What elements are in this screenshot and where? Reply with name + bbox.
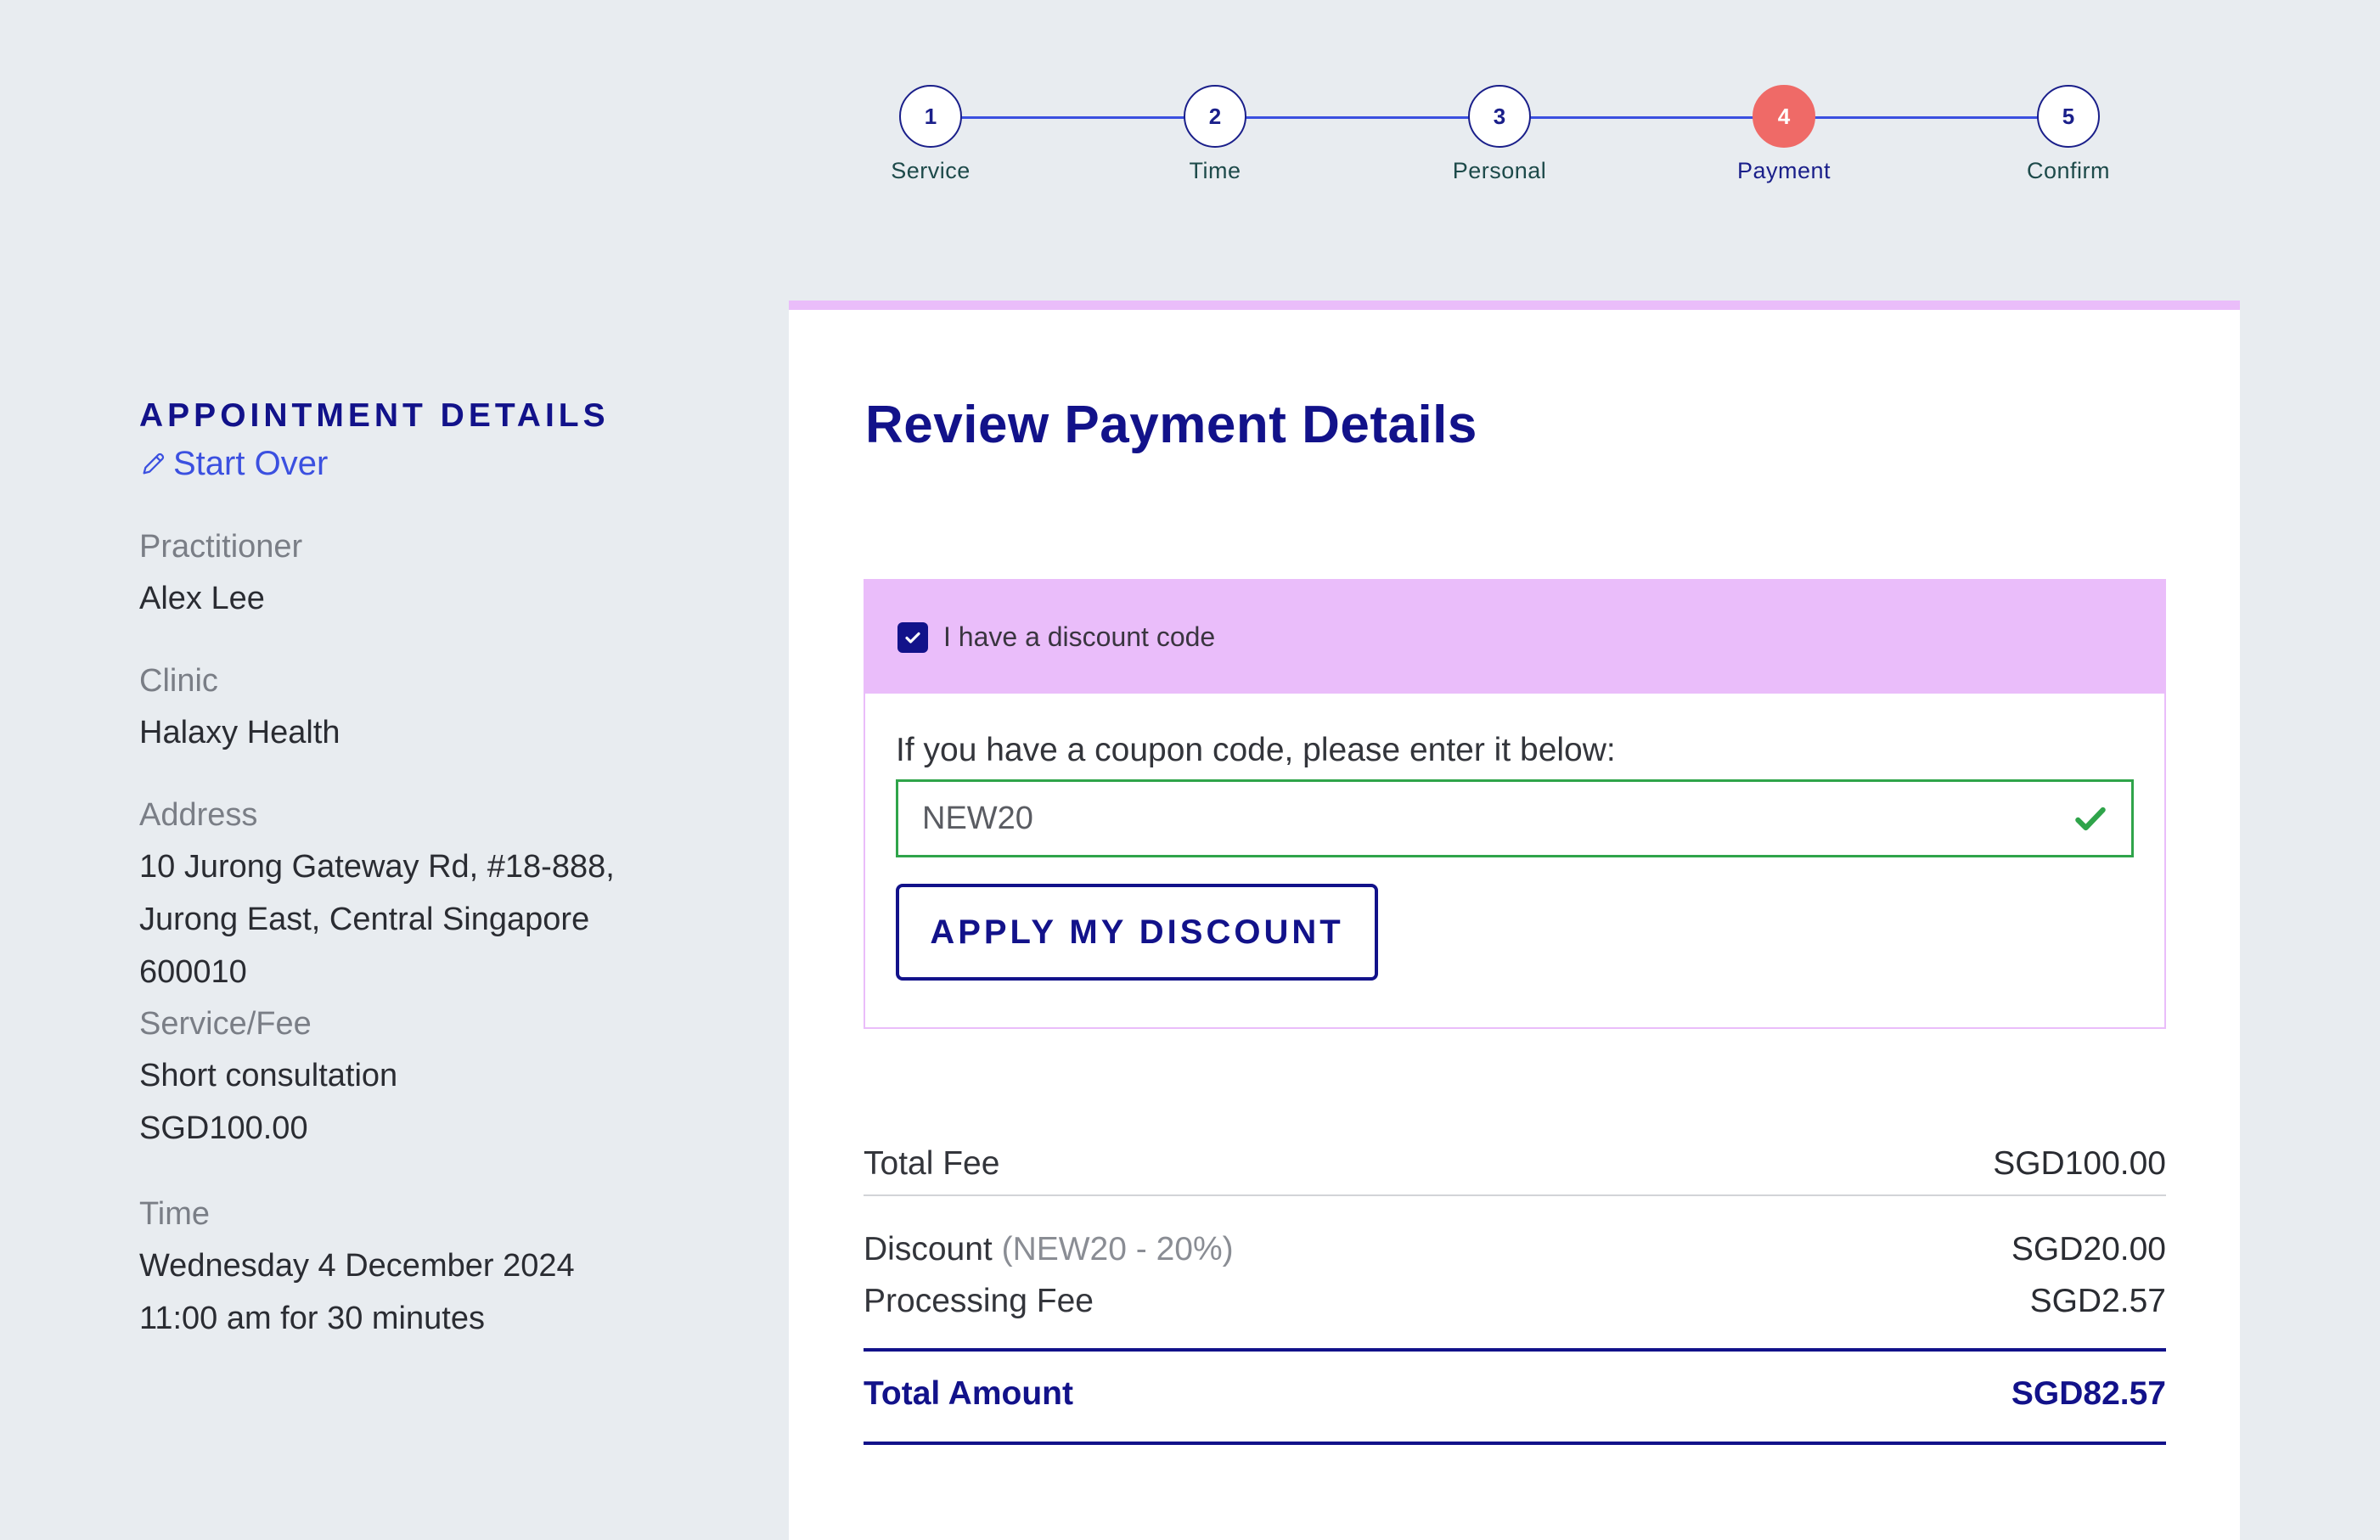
summary-divider bbox=[864, 1194, 2166, 1196]
discount-row: Discount (NEW20 - 20%) SGD20.00 bbox=[864, 1231, 2166, 1268]
service-fee-label: Service/Fee bbox=[139, 1006, 312, 1042]
step-number: 1 bbox=[899, 85, 962, 148]
clinic-label: Clinic bbox=[139, 663, 218, 699]
discount-value: SGD20.00 bbox=[2011, 1231, 2166, 1267]
step-confirm[interactable]: 5 Confirm bbox=[1983, 85, 2153, 184]
sidebar-title: APPOINTMENT DETAILS bbox=[139, 397, 610, 434]
coupon-code-input[interactable] bbox=[898, 782, 2131, 855]
address-line: Jurong East, Central Singapore bbox=[139, 902, 590, 937]
practitioner-value: Alex Lee bbox=[139, 581, 265, 616]
step-label: Confirm bbox=[2026, 158, 2110, 183]
page-title: Review Payment Details bbox=[865, 396, 1477, 454]
valid-check-icon bbox=[2075, 807, 2106, 831]
payment-card: Review Payment Details I have a discount… bbox=[789, 301, 2240, 1540]
processing-fee-row: Processing Fee SGD2.57 bbox=[864, 1283, 2166, 1320]
discount-checkbox[interactable] bbox=[897, 621, 928, 653]
step-payment[interactable]: 4 Payment bbox=[1699, 85, 1869, 184]
discount-section: I have a discount code If you have a cou… bbox=[864, 579, 2166, 1029]
step-number: 4 bbox=[1753, 85, 1815, 148]
discount-label-group: Discount (NEW20 - 20%) bbox=[864, 1231, 1234, 1268]
total-amount-row: Total Amount SGD82.57 bbox=[864, 1375, 2166, 1413]
discount-label: Discount bbox=[864, 1231, 993, 1267]
processing-fee-label: Processing Fee bbox=[864, 1283, 1094, 1319]
total-divider-top bbox=[864, 1348, 2166, 1352]
progress-stepper: 1 Service 2 Time 3 Personal 4 Payment 5 … bbox=[0, 0, 2380, 221]
start-over-link[interactable]: Start Over bbox=[139, 440, 683, 487]
total-fee-label: Total Fee bbox=[864, 1145, 1000, 1182]
practitioner-label: Practitioner bbox=[139, 529, 303, 565]
address-line: 600010 bbox=[139, 954, 247, 990]
clinic-value: Halaxy Health bbox=[139, 715, 340, 750]
step-label: Payment bbox=[1736, 158, 1831, 183]
discount-detail: (NEW20 - 20%) bbox=[1001, 1231, 1234, 1267]
discount-header: I have a discount code bbox=[865, 581, 2164, 694]
coupon-input-wrapper bbox=[896, 779, 2134, 857]
step-service[interactable]: 1 Service bbox=[846, 85, 1016, 184]
apply-discount-button[interactable]: APPLY MY DISCOUNT bbox=[896, 884, 1378, 981]
total-amount-value: SGD82.57 bbox=[2011, 1375, 2166, 1412]
step-label: Service bbox=[891, 158, 971, 183]
time-date: Wednesday 4 December 2024 bbox=[139, 1248, 575, 1284]
address-line: 10 Jurong Gateway Rd, #18-888, bbox=[139, 849, 615, 885]
start-over-label: Start Over bbox=[173, 445, 329, 482]
pencil-icon bbox=[143, 452, 165, 475]
step-number: 3 bbox=[1468, 85, 1531, 148]
step-number: 5 bbox=[2037, 85, 2100, 148]
step-label: Personal bbox=[1452, 158, 1547, 183]
step-time[interactable]: 2 Time bbox=[1130, 85, 1300, 184]
checkmark-icon bbox=[905, 632, 920, 644]
total-divider-bottom bbox=[864, 1442, 2166, 1445]
time-slot: 11:00 am for 30 minutes bbox=[139, 1301, 485, 1336]
step-number: 2 bbox=[1184, 85, 1246, 148]
coupon-prompt: If you have a coupon code, please enter … bbox=[896, 732, 1616, 768]
total-fee-row: Total Fee SGD100.00 bbox=[864, 1145, 2166, 1183]
step-personal[interactable]: 3 Personal bbox=[1415, 85, 1584, 184]
processing-fee-value: SGD2.57 bbox=[2029, 1283, 2166, 1319]
discount-checkbox-label[interactable]: I have a discount code bbox=[943, 621, 1215, 653]
step-label: Time bbox=[1189, 158, 1241, 183]
total-fee-value: SGD100.00 bbox=[1993, 1145, 2166, 1182]
appointment-details-sidebar: APPOINTMENT DETAILS Start Over Practitio… bbox=[139, 392, 683, 1345]
time-label: Time bbox=[139, 1196, 211, 1232]
service-name: Short consultation bbox=[139, 1058, 398, 1093]
service-fee: SGD100.00 bbox=[139, 1110, 308, 1146]
total-amount-label: Total Amount bbox=[864, 1375, 1073, 1412]
address-label: Address bbox=[139, 797, 258, 833]
